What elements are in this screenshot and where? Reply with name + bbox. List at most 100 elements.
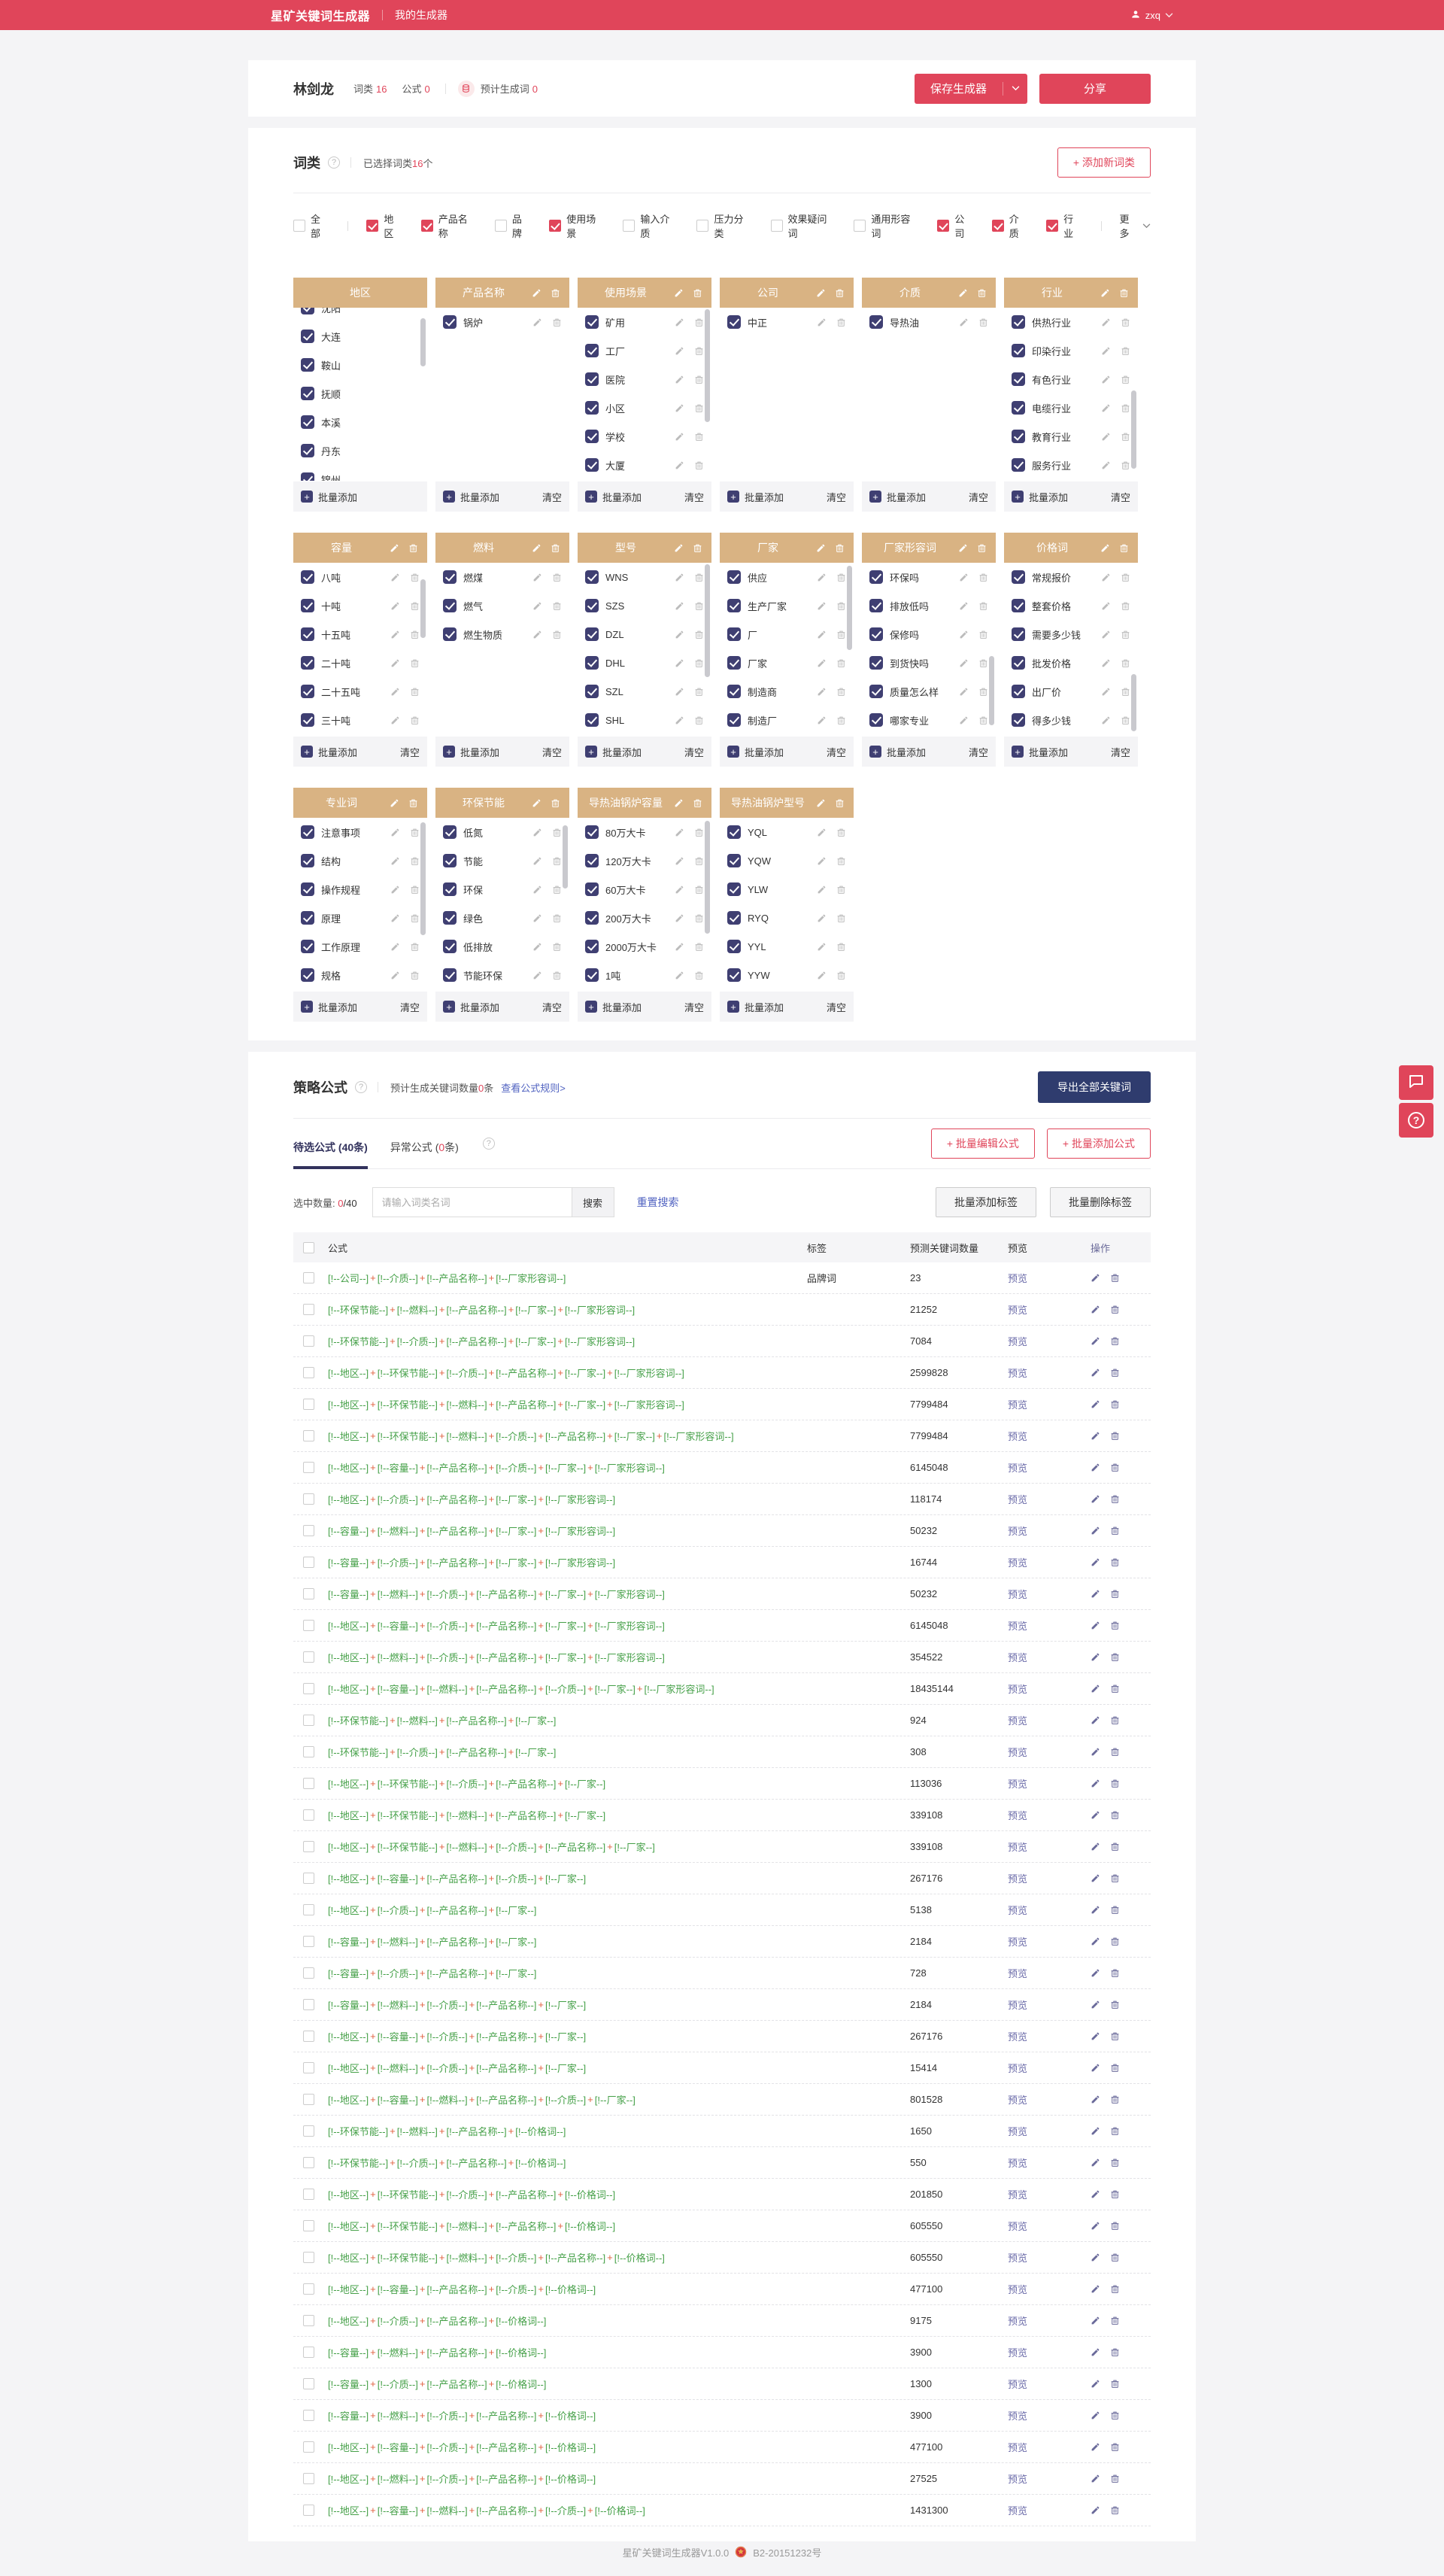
delete-item-icon[interactable] — [836, 885, 846, 895]
batch-add-formula-button[interactable]: + 批量添加公式 — [1046, 1129, 1151, 1159]
save-generator-button[interactable]: 保存生成器 — [915, 73, 1027, 104]
batch-add-button[interactable]: + 批量添加 — [585, 490, 642, 504]
edit-item-icon[interactable] — [532, 971, 542, 980]
checkbox-checked-icon[interactable] — [1012, 713, 1025, 727]
formula-token[interactable]: [!--厂家形容词--] — [595, 1618, 665, 1633]
formula-token[interactable]: [!--厂家--] — [496, 1903, 536, 1917]
export-keywords-button[interactable]: 导出全部关键词 — [1038, 1071, 1151, 1103]
delete-item-icon[interactable] — [552, 573, 562, 582]
checkbox-icon[interactable] — [303, 1651, 314, 1663]
formula-token[interactable]: [!--产品名称--] — [496, 1776, 556, 1791]
formula-token[interactable]: [!--产品名称--] — [496, 2219, 556, 2233]
checkbox-checked-icon[interactable] — [727, 940, 741, 953]
delete-category-icon[interactable] — [1119, 543, 1129, 553]
delete-item-icon[interactable] — [410, 942, 420, 952]
formula-token[interactable]: [!--厂家--] — [496, 1934, 536, 1949]
delete-formula-icon[interactable] — [1110, 2284, 1120, 2294]
delete-formula-icon[interactable] — [1110, 2505, 1120, 2515]
delete-item-icon[interactable] — [410, 856, 420, 866]
delete-item-icon[interactable] — [552, 942, 562, 952]
delete-formula-icon[interactable] — [1110, 2221, 1120, 2231]
delete-category-icon[interactable] — [551, 798, 560, 808]
edit-item-icon[interactable] — [532, 630, 542, 639]
delete-item-icon[interactable] — [1121, 460, 1130, 470]
delete-item-icon[interactable] — [978, 630, 988, 639]
formula-token[interactable]: [!--地区--] — [328, 2092, 369, 2107]
checkbox-checked-icon[interactable] — [585, 685, 599, 698]
delete-category-icon[interactable] — [977, 288, 987, 298]
formula-token[interactable]: [!--产品名称--] — [545, 2250, 605, 2265]
formula-token[interactable]: [!--燃料--] — [397, 2124, 438, 2138]
delete-item-icon[interactable] — [694, 630, 704, 639]
preview-link[interactable]: 预览 — [1008, 1336, 1027, 1347]
clear-button[interactable]: 清空 — [1111, 745, 1130, 759]
formula-token[interactable]: [!--介质--] — [397, 1334, 438, 1348]
checkbox-icon[interactable] — [303, 2441, 314, 2453]
edit-item-icon[interactable] — [959, 715, 969, 725]
formula-token[interactable]: [!--容量--] — [328, 2408, 369, 2423]
preview-link[interactable]: 预览 — [1008, 1968, 1027, 1979]
checkbox-icon[interactable] — [303, 1841, 314, 1852]
delete-formula-icon[interactable] — [1110, 1589, 1120, 1599]
checkbox-icon[interactable] — [303, 2125, 314, 2137]
checkbox-checked-icon[interactable] — [869, 656, 883, 670]
delete-item-icon[interactable] — [1121, 346, 1130, 356]
checkbox-checked-icon[interactable] — [1012, 372, 1025, 386]
preview-link[interactable]: 预览 — [1008, 1463, 1027, 1474]
edit-item-icon[interactable] — [1101, 573, 1111, 582]
checkbox-icon[interactable] — [303, 2378, 314, 2389]
formula-token[interactable]: [!--厂家--] — [545, 1460, 586, 1475]
checkbox-icon[interactable] — [303, 2062, 314, 2073]
edit-category-icon[interactable] — [532, 288, 542, 298]
filter-more[interactable]: 更多 — [1120, 211, 1151, 240]
preview-link[interactable]: 预览 — [1008, 1557, 1027, 1569]
edit-formula-icon[interactable] — [1091, 1336, 1100, 1346]
checkbox-icon[interactable] — [303, 1620, 314, 1631]
delete-item-icon[interactable] — [694, 460, 704, 470]
formula-token[interactable]: [!--环保节能--] — [378, 1776, 438, 1791]
checkbox-checked-icon[interactable] — [869, 713, 883, 727]
formula-token[interactable]: [!--介质--] — [427, 2471, 468, 2486]
edit-item-icon[interactable] — [675, 856, 684, 866]
formula-token[interactable]: [!--环保节能--] — [378, 2219, 438, 2233]
checkbox-checked-icon[interactable] — [443, 940, 457, 953]
delete-formula-icon[interactable] — [1110, 2474, 1120, 2483]
checkbox-checked-icon[interactable] — [727, 968, 741, 982]
delete-item-icon[interactable] — [836, 658, 846, 668]
batch-add-button[interactable]: + 批量添加 — [727, 490, 784, 504]
clear-button[interactable]: 清空 — [400, 1000, 420, 1014]
checkbox-checked-icon[interactable] — [869, 627, 883, 641]
delete-item-icon[interactable] — [1121, 687, 1130, 697]
tab-abnormal-formulas[interactable]: 异常公式 (0 条) — [390, 1119, 459, 1168]
delete-category-icon[interactable] — [408, 798, 418, 808]
formula-token[interactable]: [!--产品名称--] — [447, 2155, 507, 2170]
checkbox-checked-icon[interactable] — [443, 882, 457, 896]
edit-formula-icon[interactable] — [1091, 1589, 1100, 1599]
formula-token[interactable]: [!--产品名称--] — [476, 1618, 536, 1633]
formula-token[interactable]: [!--容量--] — [378, 1871, 418, 1885]
edit-item-icon[interactable] — [1101, 687, 1111, 697]
checkbox-icon[interactable] — [549, 220, 562, 232]
formula-rules-link[interactable]: 查看公式规则> — [501, 1080, 566, 1095]
edit-item-icon[interactable] — [390, 630, 400, 639]
delete-category-icon[interactable] — [835, 543, 845, 553]
preview-link[interactable]: 预览 — [1008, 2316, 1027, 2327]
formula-token[interactable]: [!--地区--] — [328, 2282, 369, 2296]
delete-item-icon[interactable] — [836, 856, 846, 866]
checkbox-checked-icon[interactable] — [585, 854, 599, 867]
preview-link[interactable]: 预览 — [1008, 1684, 1027, 1695]
checkbox-checked-icon[interactable] — [301, 940, 314, 953]
checkbox-icon[interactable] — [303, 1557, 314, 1568]
formula-token[interactable]: [!--产品名称--] — [447, 1745, 507, 1759]
edit-item-icon[interactable] — [532, 828, 542, 837]
delete-item-icon[interactable] — [694, 573, 704, 582]
checkbox-checked-icon[interactable] — [1012, 656, 1025, 670]
wordcat-item-list[interactable]: 80万大卡120万大卡60万大卡200万大卡2000万大卡1吨2吨 — [578, 818, 711, 991]
preview-link[interactable]: 预览 — [1008, 1621, 1027, 1632]
formula-token[interactable]: [!--厂家--] — [496, 1523, 536, 1538]
checkbox-icon[interactable] — [770, 220, 783, 232]
scrollbar-thumb[interactable] — [705, 821, 710, 934]
formula-token[interactable]: [!--介质--] — [496, 1871, 536, 1885]
preview-link[interactable]: 预览 — [1008, 1652, 1027, 1663]
delete-formula-icon[interactable] — [1110, 1810, 1120, 1820]
